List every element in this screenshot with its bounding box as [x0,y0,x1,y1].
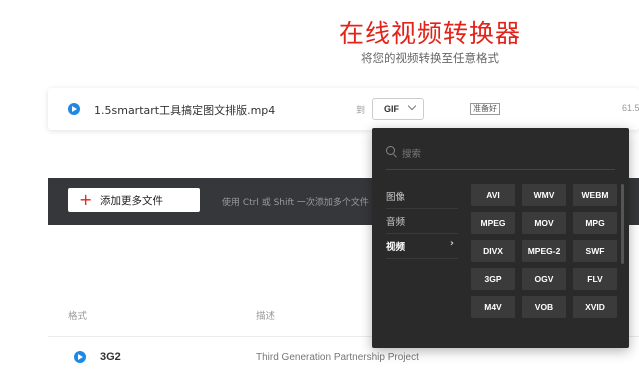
row-format: 3G2 [100,351,121,363]
format-dropdown: 搜索 图像 音频 视频 › AVI WMV WEBM MPEG MOV MPG DIVX MP… [372,128,629,348]
page-title: 在线视频转换器 [338,19,521,48]
format-grid: AVI WMV WEBM MPEG MOV MPG DIVX MPEG-2 SWF 3GP OGV F… [471,184,617,318]
table-row[interactable]: 3G2 Third Generation Partnership Project [0,350,639,366]
category-label: 视频 [386,242,406,253]
add-more-files-label: 添加更多文件 [100,195,163,207]
format-option-avi[interactable]: AVI [471,184,515,206]
format-option-divx[interactable]: DIVX [471,240,515,262]
format-option-3gp[interactable]: 3GP [471,268,515,290]
format-search-input[interactable]: 搜索 [386,142,615,170]
scrollbar[interactable] [621,184,624,264]
format-option-xvid[interactable]: XVID [573,296,617,318]
status-badge: 准备好 [470,103,500,115]
format-option-mpeg-2[interactable]: MPEG-2 [522,240,566,262]
format-option-m4v[interactable]: M4V [471,296,515,318]
category-list: 图像 音频 视频 › [386,184,458,259]
multi-select-hint: 使用 Ctrl 或 Shift 一次添加多个文件 [222,198,369,208]
format-option-mpeg[interactable]: MPEG [471,212,515,234]
format-option-mpg[interactable]: MPG [573,212,617,234]
add-more-files-button[interactable]: + 添加更多文件 [68,188,200,212]
category-label: 图像 [386,192,406,203]
format-option-wmv[interactable]: WMV [522,184,566,206]
category-audio[interactable]: 音频 [386,209,458,234]
page-subtitle: 将您的视频转换至任意格式 [361,51,499,65]
column-header-description: 描述 [256,311,276,322]
category-label: 音频 [386,217,406,228]
format-option-ogv[interactable]: OGV [522,268,566,290]
file-size: 61.5 [622,103,639,113]
format-select-value: GIF [384,104,399,114]
format-option-swf[interactable]: SWF [573,240,617,262]
video-file-icon [68,103,80,115]
chevron-right-icon: › [449,238,454,249]
column-header-format: 格式 [68,311,88,322]
chevron-down-icon [407,101,417,111]
format-option-webm[interactable]: WEBM [573,184,617,206]
file-row: 1.5smartart工具搞定图文排版.mp4 到 GIF 准备好 61.5 [48,88,639,130]
format-option-mov[interactable]: MOV [522,212,566,234]
category-image[interactable]: 图像 [386,184,458,209]
category-video[interactable]: 视频 › [386,234,458,259]
search-icon [386,146,395,155]
to-label: 到 [356,106,366,116]
format-select[interactable]: GIF [372,98,424,120]
format-option-vob[interactable]: VOB [522,296,566,318]
video-format-icon [74,351,86,363]
format-option-flv[interactable]: FLV [573,268,617,290]
plus-icon: + [79,190,93,209]
row-description: Third Generation Partnership Project [256,352,419,363]
file-name: 1.5smartart工具搞定图文排版.mp4 [94,104,276,117]
search-placeholder: 搜索 [402,149,422,160]
